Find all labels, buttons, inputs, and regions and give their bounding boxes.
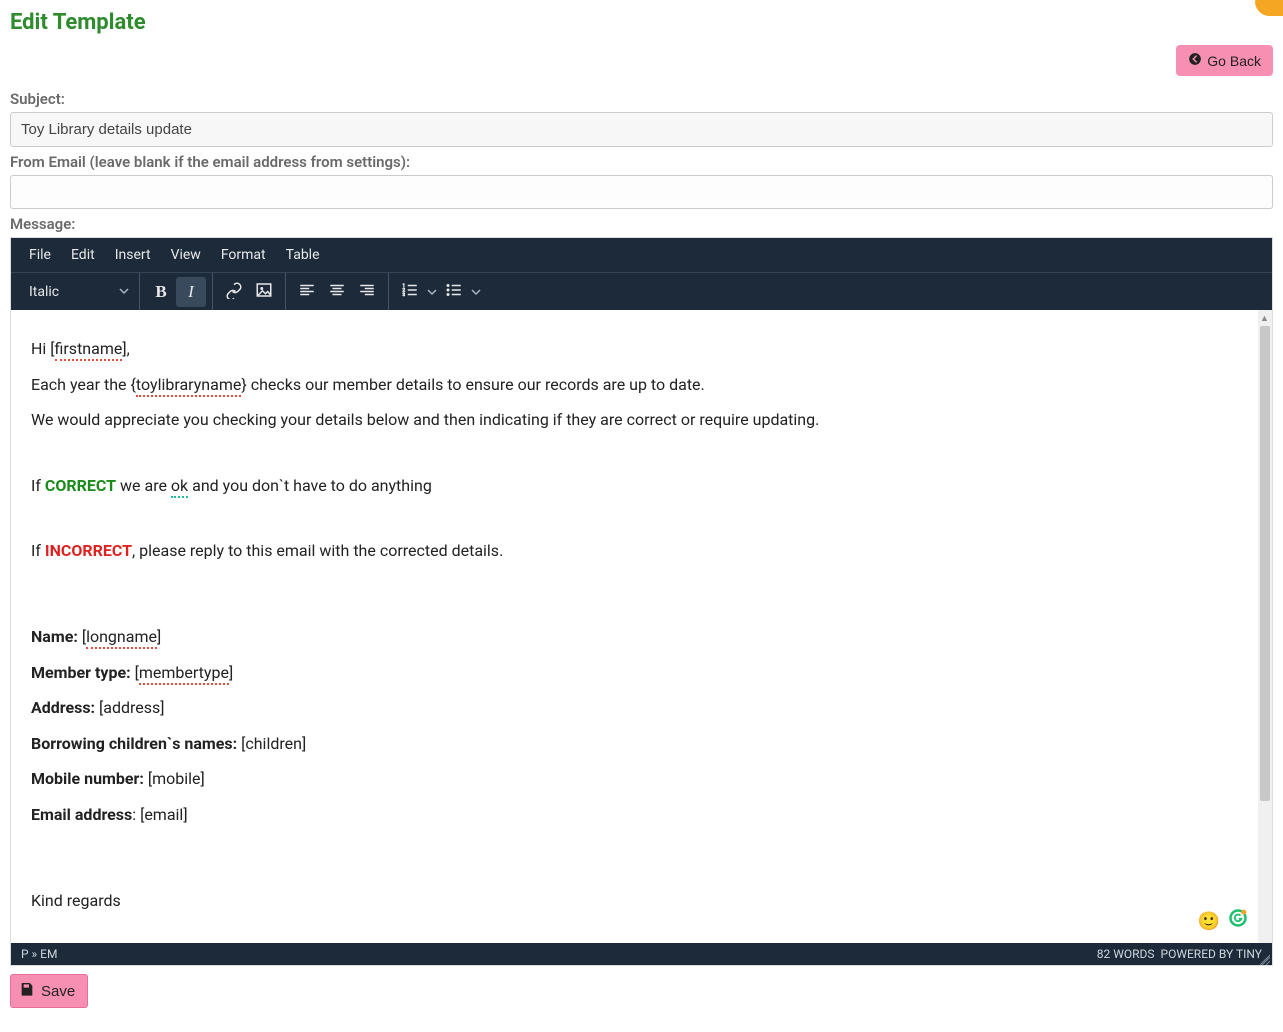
scrollbar[interactable]: [1258, 310, 1272, 943]
svg-text:3: 3: [403, 292, 406, 298]
bullet-list-dropdown[interactable]: [469, 287, 483, 297]
field-mobile: Mobile number: [mobile]: [31, 766, 1252, 792]
editor-statusbar: P » EM 82 WORDS POWERED BY TINY: [11, 943, 1272, 965]
chevron-down-icon: [119, 284, 129, 300]
incorrect-line: If INCORRECT, please reply to this email…: [31, 538, 1252, 564]
from-email-label: From Email (leave blank if the email add…: [10, 153, 1273, 171]
align-right-button[interactable]: [352, 277, 382, 307]
grammarly-icon[interactable]: [1228, 908, 1248, 937]
correct-line: If CORRECT we are ok and you don`t have …: [31, 473, 1252, 499]
italic-button[interactable]: I: [176, 277, 206, 307]
message-label: Message:: [10, 215, 1273, 233]
status-path[interactable]: P » EM: [21, 947, 57, 961]
align-right-icon: [358, 281, 376, 303]
intro-line-2: We would appreciate you checking your de…: [31, 407, 1252, 433]
from-email-input[interactable]: [10, 175, 1273, 209]
save-icon: [19, 981, 35, 1001]
subject-input[interactable]: [10, 112, 1273, 147]
resize-handle-icon[interactable]: [1260, 954, 1270, 964]
intro-line-1: Each year the {toylibraryname} checks ou…: [31, 372, 1252, 398]
align-center-icon: [328, 281, 346, 303]
style-select[interactable]: Italic: [23, 278, 133, 306]
arrow-left-circle-icon: [1188, 52, 1202, 69]
field-email: Email address: [email]: [31, 802, 1252, 828]
page-title: Edit Template: [0, 0, 1283, 39]
status-powered[interactable]: POWERED BY TINY: [1161, 947, 1263, 961]
field-name: Name: [longname]: [31, 624, 1252, 650]
bold-button[interactable]: B: [146, 277, 176, 307]
editor-body[interactable]: Hi [firstname], Each year the {toylibrar…: [11, 310, 1272, 943]
scrollbar-thumb[interactable]: [1260, 326, 1270, 801]
editor-toolbar: Italic B I: [11, 272, 1272, 310]
menu-edit[interactable]: Edit: [61, 239, 105, 271]
bold-icon: B: [155, 282, 166, 302]
numbered-list-dropdown[interactable]: [425, 287, 439, 297]
style-select-label: Italic: [29, 284, 59, 300]
align-center-button[interactable]: [322, 277, 352, 307]
bullet-list-icon: [445, 281, 463, 303]
menu-table[interactable]: Table: [276, 239, 330, 271]
link-button[interactable]: [219, 277, 249, 307]
align-left-icon: [298, 281, 316, 303]
menu-format[interactable]: Format: [211, 239, 276, 271]
subject-label: Subject:: [10, 90, 1273, 108]
rich-text-editor: File Edit Insert View Format Table Itali…: [10, 237, 1273, 966]
numbered-list-icon: 123: [401, 281, 419, 303]
field-address: Address: [address]: [31, 695, 1252, 721]
emoji-icon[interactable]: 🙂: [1198, 908, 1220, 937]
field-member-type: Member type: [membertype]: [31, 660, 1252, 686]
align-left-button[interactable]: [292, 277, 322, 307]
menu-file[interactable]: File: [19, 239, 61, 271]
editor-menubar: File Edit Insert View Format Table: [11, 238, 1272, 272]
italic-icon: I: [188, 282, 194, 302]
save-label: Save: [41, 983, 75, 1000]
menu-view[interactable]: View: [161, 239, 211, 271]
status-words[interactable]: 82 WORDS: [1097, 947, 1155, 961]
menu-insert[interactable]: Insert: [105, 239, 161, 271]
signoff: Kind regards: [31, 888, 1252, 914]
image-button[interactable]: [249, 277, 279, 307]
field-children: Borrowing children`s names: [children]: [31, 731, 1252, 757]
image-icon: [255, 281, 273, 303]
go-back-label: Go Back: [1207, 53, 1261, 69]
link-icon: [225, 281, 243, 303]
bullet-list-button[interactable]: [439, 277, 469, 307]
save-button[interactable]: Save: [10, 974, 88, 1008]
numbered-list-button[interactable]: 123: [395, 277, 425, 307]
greeting-line: Hi [firstname],: [31, 336, 1252, 362]
go-back-button[interactable]: Go Back: [1176, 45, 1273, 76]
